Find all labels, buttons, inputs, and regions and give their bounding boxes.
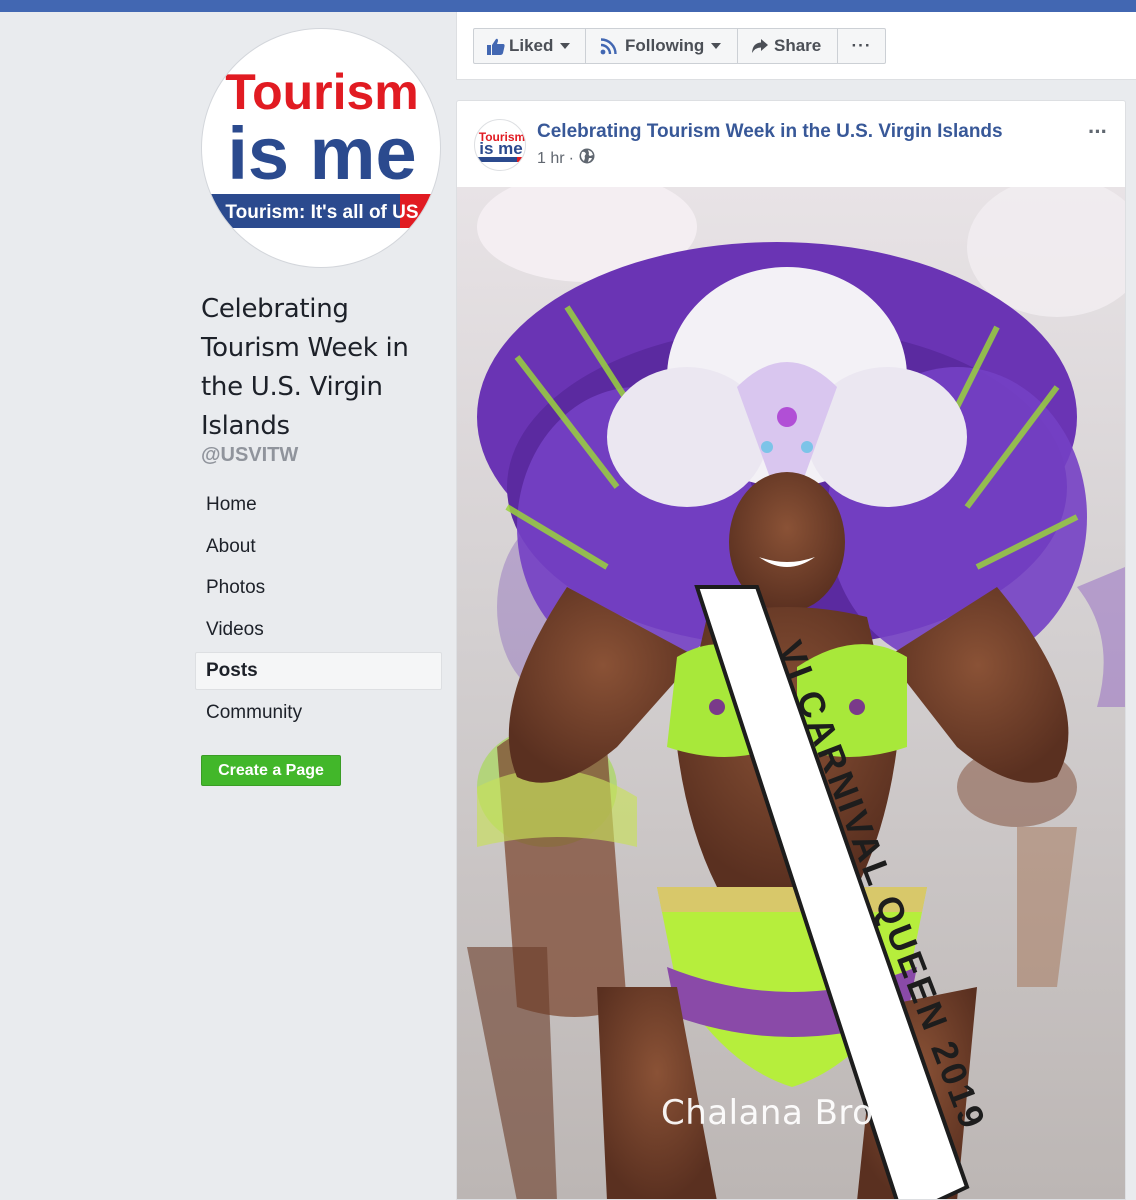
page-sidebar-nav: Home About Photos Videos Posts Community (195, 486, 442, 736)
post-author-link[interactable]: Celebrating Tourism Week in the U.S. Vir… (537, 121, 1003, 143)
post-photo[interactable]: VI CARNIVAL QUEEN 2019 Chalana Brown (457, 187, 1125, 1199)
following-label: Following (625, 36, 705, 55)
following-button[interactable]: Following (585, 28, 738, 64)
sidebar-item-about[interactable]: About (195, 528, 442, 566)
page-actions: Liked Following Share ··· (473, 28, 886, 64)
meta-separator: · (568, 149, 574, 167)
liked-label: Liked (509, 36, 554, 55)
post-timestamp[interactable]: 1 hr (537, 150, 565, 168)
create-page-button[interactable]: Create a Page (201, 755, 341, 786)
post-card: Tourism is me Celebrating Tourism Week i… (456, 100, 1126, 1200)
sidebar-item-posts[interactable]: Posts (195, 652, 442, 691)
page-title: Celebrating Tourism Week in the U.S. Vir… (201, 294, 409, 441)
sidebar-item-photos[interactable]: Photos (195, 569, 442, 607)
share-icon (751, 38, 769, 54)
avatar-logo-line2: is me (479, 139, 522, 158)
logo-line2: is me (227, 112, 416, 195)
post-author-avatar[interactable]: Tourism is me (474, 119, 526, 171)
share-label: Share (774, 36, 822, 55)
rss-icon (600, 37, 617, 55)
sidebar-item-videos[interactable]: Videos (195, 611, 442, 649)
page-handle[interactable]: @USVITW (201, 444, 298, 467)
logo-tagline: Tourism: It's all of US (225, 202, 418, 223)
sidebar-item-community[interactable]: Community (195, 694, 442, 732)
post-meta: 1 hr · (537, 148, 595, 169)
sidebar-item-home[interactable]: Home (195, 486, 442, 524)
chevron-down-icon (711, 43, 722, 49)
top-navigation-bar (0, 0, 1136, 12)
thumbs-up-icon (487, 38, 505, 55)
carnival-photo: VI CARNIVAL QUEEN 2019 (457, 187, 1125, 1199)
globe-icon[interactable] (579, 148, 595, 169)
photo-credit: Chalana Brown (661, 1093, 924, 1133)
liked-button[interactable]: Liked (473, 28, 586, 64)
post-options-button[interactable]: ··· (1088, 119, 1108, 145)
profile-picture[interactable]: Tourism is me Tourism: It's all of US (201, 28, 441, 268)
share-button[interactable]: Share (737, 28, 838, 64)
tourism-logo-small: Tourism is me (477, 130, 525, 162)
chevron-down-icon (560, 43, 571, 49)
more-options-button[interactable]: ··· (837, 28, 886, 64)
tourism-logo: Tourism is me Tourism: It's all of US (202, 64, 440, 228)
